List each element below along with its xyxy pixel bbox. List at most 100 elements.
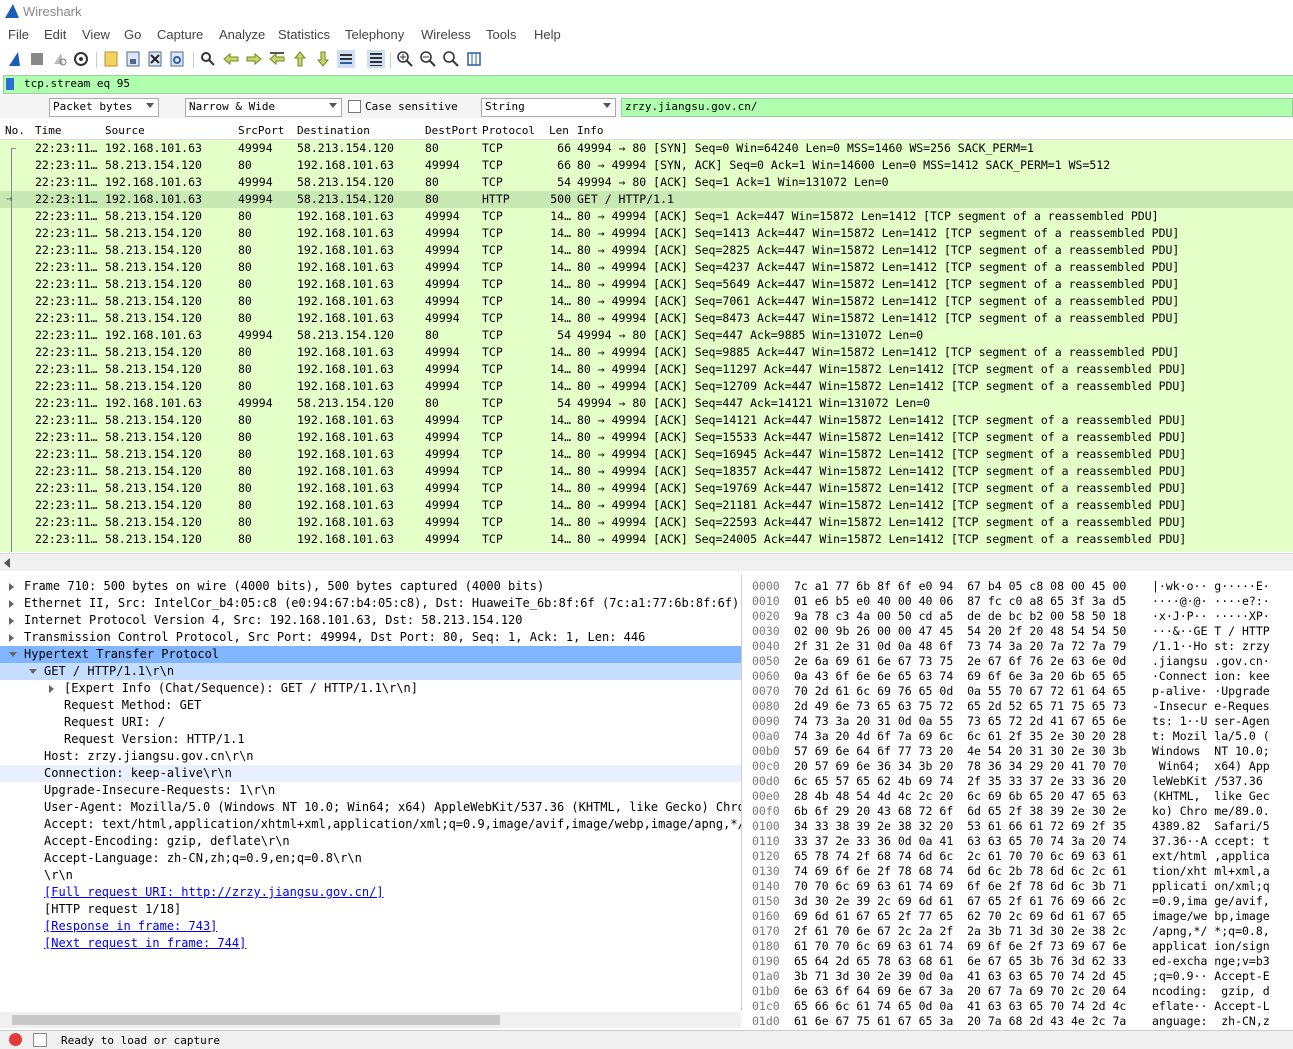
scroll-left-icon[interactable]: [4, 558, 10, 568]
menu-tools[interactable]: Tools: [486, 27, 516, 42]
detail-row[interactable]: [Response in frame: 743]: [0, 918, 741, 935]
column-header-4[interactable]: Destination: [297, 124, 370, 137]
hex-ascii[interactable]: ext/html ,applica: [1152, 849, 1270, 863]
detail-row[interactable]: User-Agent: Mozilla/5.0 (Windows NT 10.0…: [0, 799, 741, 816]
packet-row[interactable]: 22:23:11… 192.168.101.63 49994 58.213.154.1…: [0, 395, 1293, 412]
find-packet-magnifier-icon[interactable]: [199, 50, 217, 68]
tree-collapsed-icon[interactable]: [9, 617, 14, 625]
hex-ascii[interactable]: ko) Chro me/89.0.: [1152, 804, 1270, 818]
hex-ascii[interactable]: ts: 1··U ser-Agen: [1152, 714, 1270, 728]
close-file-icon[interactable]: [146, 50, 164, 68]
detail-row[interactable]: Accept: text/html,application/xhtml+xml,…: [0, 816, 741, 833]
stop-capture-icon[interactable]: [28, 50, 46, 68]
hex-row[interactable]: 0040 2f 31 2e 31 0d 0a 48 6f 73 74 3a 20 …: [746, 639, 1293, 654]
detail-row[interactable]: GET / HTTP/1.1\r\n: [0, 663, 741, 680]
hex-row[interactable]: 0110 33 37 2e 33 36 0d 0a 41 63 63 65 70 …: [746, 834, 1293, 849]
search-in-select[interactable]: Packet bytes: [49, 98, 159, 117]
open-file-icon[interactable]: [102, 50, 120, 68]
detail-row[interactable]: Hypertext Transfer Protocol: [0, 646, 741, 663]
tree-collapsed-icon[interactable]: [9, 583, 14, 591]
tree-collapsed-icon[interactable]: [49, 685, 54, 693]
detail-row[interactable]: Accept-Language: zh-CN,zh;q=0.9,en;q=0.8…: [0, 850, 741, 867]
detail-row[interactable]: Transmission Control Protocol, Src Port:…: [0, 629, 741, 646]
hex-ascii[interactable]: leWebKit /537.36: [1152, 774, 1270, 788]
go-to-first-packet-icon[interactable]: [291, 50, 309, 68]
packet-row[interactable]: 22:23:11… 192.168.101.63 49994 58.213.154.1…: [0, 174, 1293, 191]
expert-info-status-icon[interactable]: [9, 1033, 22, 1046]
zoom-out-icon[interactable]: [419, 50, 437, 68]
packet-details-tree[interactable]: Frame 710: 500 bytes on wire (4000 bits)…: [0, 575, 742, 1011]
column-header-7[interactable]: Len: [549, 124, 569, 137]
hex-row[interactable]: 01a0 3b 71 3d 30 2e 39 0d 0a 41 63 63 65 …: [746, 969, 1293, 984]
packet-row[interactable]: 22:23:11… 58.213.154.120 80 192.168.101.63 4…: [0, 276, 1293, 293]
hex-row[interactable]: 0140 70 70 6c 69 63 61 74 69 6f 6e 2f 78 …: [746, 879, 1293, 894]
hex-bytes[interactable]: 70 70 6c 69 63 61 74 69 6f 6e 2f 78 6d 6…: [794, 879, 1126, 893]
go-forward-arrow-icon[interactable]: [245, 50, 263, 68]
menu-go[interactable]: Go: [124, 27, 141, 42]
packet-row[interactable]: 22:23:11… 58.213.154.120 80 192.168.101.63 4…: [0, 361, 1293, 378]
hex-bytes[interactable]: 74 3a 20 4d 6f 7a 69 6c 6c 61 2f 35 2e 3…: [794, 729, 1126, 743]
hex-bytes[interactable]: 3d 30 2e 39 2c 69 6d 61 67 65 2f 61 76 6…: [794, 894, 1126, 908]
hex-bytes[interactable]: 9a 78 c3 4a 00 50 cd a5 de de bc b2 00 5…: [794, 609, 1126, 623]
case-sensitive-checkbox[interactable]: [348, 100, 361, 113]
hex-bytes[interactable]: 34 33 38 39 2e 38 32 20 53 61 66 61 72 6…: [794, 819, 1126, 833]
save-file-icon[interactable]: [124, 50, 142, 68]
hex-ascii[interactable]: t: Mozil la/5.0 (: [1152, 729, 1270, 743]
packet-row[interactable]: 22:23:11… 58.213.154.120 80 192.168.101.63 4…: [0, 242, 1293, 259]
hex-bytes[interactable]: 74 69 6f 6e 2f 78 68 74 6d 6c 2b 78 6d 6…: [794, 864, 1126, 878]
hex-ascii[interactable]: ncoding: gzip, d: [1152, 984, 1270, 998]
menu-view[interactable]: View: [82, 27, 110, 42]
tree-expanded-icon[interactable]: [29, 669, 37, 674]
hex-ascii[interactable]: /apng,*/ *;q=0.8,: [1152, 924, 1270, 938]
bookmark-icon[interactable]: [6, 78, 14, 90]
hex-bytes[interactable]: 28 4b 48 54 4d 4c 2c 20 6c 69 6b 65 20 4…: [794, 789, 1126, 803]
hex-bytes[interactable]: 6c 65 57 65 62 4b 69 74 2f 35 33 37 2e 3…: [794, 774, 1126, 788]
menu-file[interactable]: File: [8, 27, 29, 42]
detail-link[interactable]: [Full request URI: http://zrzy.jiangsu.g…: [44, 885, 384, 899]
go-to-last-packet-icon[interactable]: [314, 50, 332, 68]
hex-row[interactable]: 00c0 20 57 69 6e 36 34 3b 20 78 36 34 29 …: [746, 759, 1293, 774]
hex-ascii[interactable]: ·x·J·P·· ·····XP·: [1152, 609, 1270, 623]
hex-row[interactable]: 00e0 28 4b 48 54 4d 4c 2c 20 6c 69 6b 65 …: [746, 789, 1293, 804]
hex-row[interactable]: 0090 74 73 3a 20 31 0d 0a 55 73 65 72 2d …: [746, 714, 1293, 729]
hex-bytes[interactable]: 6e 63 6f 64 69 6e 67 3a 20 67 7a 69 70 2…: [794, 984, 1126, 998]
scrollbar-thumb[interactable]: [12, 1015, 500, 1025]
hex-row[interactable]: 0100 34 33 38 39 2e 38 32 20 53 61 66 61 …: [746, 819, 1293, 834]
detail-row[interactable]: Internet Protocol Version 4, Src: 192.16…: [0, 612, 741, 629]
detail-row[interactable]: [Expert Info (Chat/Sequence): GET / HTTP…: [0, 680, 741, 697]
hex-ascii[interactable]: tion/xht ml+xml,a: [1152, 864, 1270, 878]
tree-expanded-icon[interactable]: [9, 652, 17, 657]
hex-bytes[interactable]: 74 73 3a 20 31 0d 0a 55 73 65 72 2d 41 6…: [794, 714, 1126, 728]
hex-row[interactable]: 00d0 6c 65 57 65 62 4b 69 74 2f 35 33 37 …: [746, 774, 1293, 789]
hex-ascii[interactable]: ed-excha nge;v=b3: [1152, 954, 1270, 968]
column-header-3[interactable]: SrcPort: [238, 124, 284, 137]
hex-ascii[interactable]: (KHTML, like Gec: [1152, 789, 1270, 803]
hex-row[interactable]: 0120 65 78 74 2f 68 74 6d 6c 2c 61 70 70 …: [746, 849, 1293, 864]
display-filter-bar[interactable]: tcp.stream eq 95: [3, 75, 1293, 94]
packet-row[interactable]: 22:23:11… 58.213.154.120 80 192.168.101.63 4…: [0, 157, 1293, 174]
menu-edit[interactable]: Edit: [44, 27, 66, 42]
hex-ascii[interactable]: image/we bp,image: [1152, 909, 1270, 923]
hex-bytes[interactable]: 61 70 70 6c 69 63 61 74 69 6f 6e 2f 73 6…: [794, 939, 1126, 953]
tree-collapsed-icon[interactable]: [9, 600, 14, 608]
hex-row[interactable]: 00f0 6b 6f 29 20 43 68 72 6f 6d 65 2f 38 …: [746, 804, 1293, 819]
hex-row[interactable]: 01c0 65 66 6c 61 74 65 0d 0a 41 63 63 65 …: [746, 999, 1293, 1014]
packet-row[interactable]: 22:23:11… 58.213.154.120 80 192.168.101.63 4…: [0, 225, 1293, 242]
hex-ascii[interactable]: ···&··GE T / HTTP: [1152, 624, 1270, 638]
detail-row[interactable]: [Full request URI: http://zrzy.jiangsu.g…: [0, 884, 741, 901]
details-horizontal-scrollbar[interactable]: [0, 1012, 741, 1028]
hex-row[interactable]: 0080 2d 49 6e 73 65 63 75 72 65 2d 52 65 …: [746, 699, 1293, 714]
packet-row[interactable]: 22:23:11… 58.213.154.120 80 192.168.101.63 4…: [0, 412, 1293, 429]
packet-row[interactable]: 22:23:11… 192.168.101.63 49994 58.213.154.1…: [0, 191, 1293, 208]
go-to-packet-icon[interactable]: [268, 50, 286, 68]
column-header-2[interactable]: Source: [105, 124, 145, 137]
hex-ascii[interactable]: Windows NT 10.0;: [1152, 744, 1270, 758]
hex-row[interactable]: 0000 7c a1 77 6b 8f 6f e0 94 67 b4 05 c8 …: [746, 579, 1293, 594]
hex-row[interactable]: 01d0 61 6e 67 75 61 67 65 3a 20 7a 68 2d …: [746, 1014, 1293, 1028]
start-capture-fin-icon[interactable]: [6, 50, 24, 68]
hex-bytes[interactable]: 20 57 69 6e 36 34 3b 20 78 36 34 29 20 4…: [794, 759, 1126, 773]
column-header-8[interactable]: Info: [577, 124, 604, 137]
hex-row[interactable]: 01b0 6e 63 6f 64 69 6e 67 3a 20 67 7a 69 …: [746, 984, 1293, 999]
packet-row[interactable]: 22:23:11… 58.213.154.120 80 192.168.101.63 4…: [0, 310, 1293, 327]
hex-bytes[interactable]: 7c a1 77 6b 8f 6f e0 94 67 b4 05 c8 08 0…: [794, 579, 1126, 593]
